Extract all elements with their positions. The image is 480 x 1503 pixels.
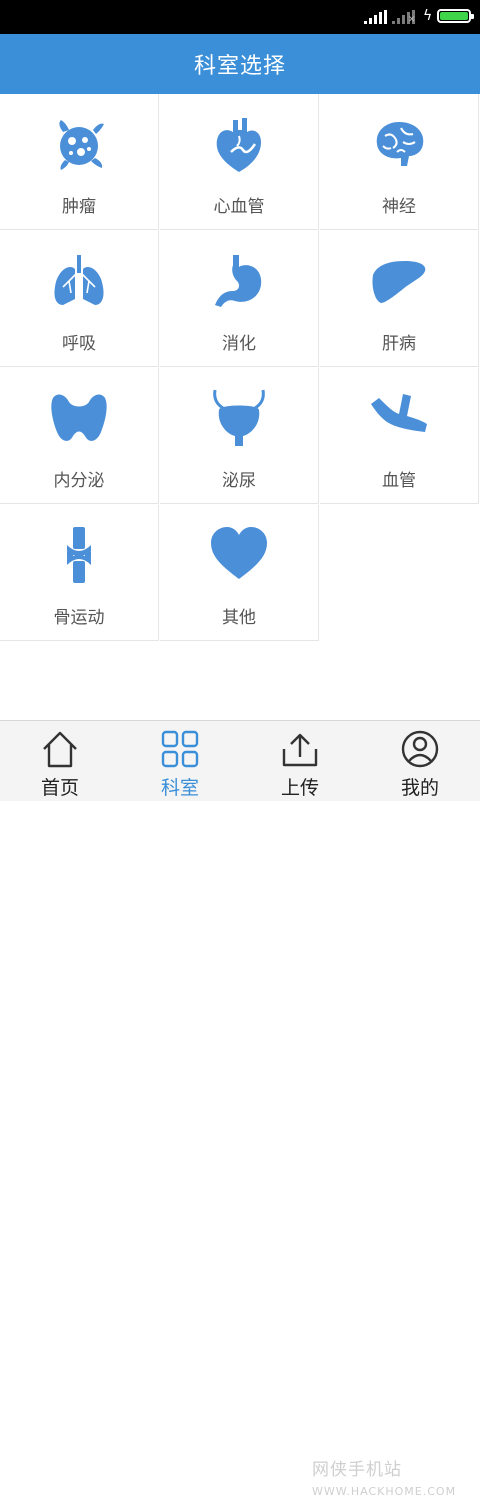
no-service-icon: ✕	[408, 15, 416, 25]
heart-organ-icon	[216, 118, 261, 172]
watermark-domain: WWW.HACKHOME.COM	[312, 1485, 457, 1498]
bone-joint-icon	[67, 527, 91, 583]
department-label: 心血管	[213, 197, 265, 217]
department-endocrine[interactable]: 内分泌	[0, 368, 159, 504]
home-icon	[43, 731, 77, 768]
heart-icon	[211, 527, 267, 579]
department-vascular[interactable]: 血管	[320, 368, 479, 504]
department-label: 消化	[222, 334, 256, 354]
tab-label: 首页	[40, 777, 79, 799]
tumor-cell-icon	[59, 120, 104, 170]
department-label: 泌尿	[222, 471, 256, 491]
stomach-icon	[215, 255, 262, 307]
bladder-icon	[213, 389, 265, 446]
department-label: 神经	[382, 197, 416, 217]
tab-upload[interactable]: 上传	[240, 721, 360, 801]
department-label: 其他	[222, 608, 256, 628]
watermark-logo: 网侠手机站 WWW.HACKHOME.COM	[312, 1459, 456, 1503]
department-other[interactable]: 其他	[160, 505, 319, 641]
department-label: 呼吸	[62, 334, 96, 354]
tab-label: 上传	[280, 777, 319, 799]
charging-icon: ϟ	[423, 8, 433, 24]
status-bar: ✕ ϟ	[0, 0, 480, 34]
tab-label: 我的	[400, 777, 439, 799]
department-tumor[interactable]: 肿瘤	[0, 94, 159, 230]
profile-icon	[401, 730, 439, 768]
page-header: 科室选择	[0, 34, 480, 94]
thyroid-icon	[51, 394, 107, 441]
watermark-text: 网侠手机站	[312, 1460, 402, 1480]
department-label: 内分泌	[53, 471, 105, 491]
department-urology[interactable]: 泌尿	[160, 368, 319, 504]
department-liver[interactable]: 肝病	[320, 231, 479, 367]
department-label: 肝病	[382, 334, 416, 354]
department-neurology[interactable]: 神经	[320, 94, 479, 230]
department-label: 肿瘤	[62, 197, 96, 217]
liver-icon	[372, 261, 426, 303]
tab-profile[interactable]: 我的	[360, 721, 480, 801]
department-digestive[interactable]: 消化	[160, 231, 319, 367]
grid-icon	[161, 730, 199, 768]
battery-icon	[437, 9, 474, 23]
department-label: 血管	[382, 471, 416, 491]
bottom-tab-bar: 首页 科室 上传 我的 网侠手机站 WWW.HACKHOME.COM	[0, 720, 480, 1498]
tab-departments[interactable]: 科室	[120, 721, 240, 801]
blood-vessel-icon	[371, 394, 427, 432]
page-title: 科室选择	[193, 54, 286, 79]
tab-home[interactable]: 首页	[0, 721, 120, 801]
department-cardiovascular[interactable]: 心血管	[160, 94, 319, 230]
department-label: 骨运动	[53, 608, 105, 628]
brain-icon	[376, 122, 424, 166]
upload-icon	[282, 733, 318, 767]
tab-label: 科室	[160, 777, 199, 799]
lungs-icon	[54, 255, 104, 305]
signal-icon	[364, 10, 387, 24]
department-respiratory[interactable]: 呼吸	[0, 231, 159, 367]
department-orthopedics[interactable]: 骨运动	[0, 505, 159, 641]
